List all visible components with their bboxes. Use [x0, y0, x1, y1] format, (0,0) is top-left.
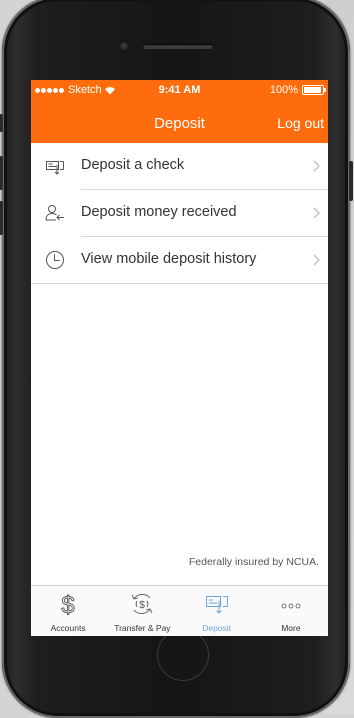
more-dots-icon: [281, 603, 301, 609]
tab-label: Deposit: [202, 623, 232, 633]
tab-transfer-pay[interactable]: $ Transfer & Pay: [105, 586, 179, 636]
deposit-check-icon: [205, 596, 228, 614]
row-divider: [31, 283, 328, 284]
deposit-menu: Deposit a check Deposit money received V…: [31, 143, 328, 284]
menu-item-deposit-history[interactable]: View mobile deposit history: [31, 237, 328, 284]
ncua-footnote: Federally insured by NCUA.: [188, 556, 319, 568]
tab-more[interactable]: More: [254, 586, 328, 636]
home-button[interactable]: [157, 629, 209, 681]
chevron-right-icon: [313, 160, 320, 172]
front-camera: [120, 42, 128, 50]
menu-item-label: Deposit a check: [81, 157, 185, 173]
menu-item-label: View mobile deposit history: [81, 251, 257, 267]
clock-history-icon: [46, 251, 64, 269]
volume-up-button: [0, 156, 3, 190]
transfer-circle-icon: $: [131, 594, 153, 614]
earpiece-speaker: [143, 44, 213, 49]
tab-bar: $ Accounts $ Transfer & Pay Deposit More: [31, 585, 328, 636]
volume-down-button: [0, 201, 3, 235]
check-deposit-icon: [46, 161, 64, 175]
tab-label: More: [281, 623, 301, 633]
app-header: Sketch 9:41 AM 100% Deposit Log out: [31, 80, 328, 143]
tab-deposit[interactable]: Deposit: [180, 586, 254, 636]
svg-text:$: $: [140, 600, 146, 611]
chevron-right-icon: [313, 254, 320, 266]
menu-item-deposit-money-received[interactable]: Deposit money received: [31, 190, 328, 237]
logout-button[interactable]: Log out: [277, 115, 324, 131]
battery-percent: 100%: [269, 84, 298, 96]
menu-item-label: Deposit money received: [81, 204, 237, 220]
tab-accounts[interactable]: $ Accounts: [31, 586, 105, 636]
app-screen: Sketch 9:41 AM 100% Deposit Log out Depo…: [31, 80, 328, 636]
status-bar: Sketch 9:41 AM 100%: [31, 80, 328, 100]
silent-switch: [0, 114, 3, 132]
tab-label: Accounts: [50, 623, 86, 633]
svg-text:$: $: [61, 592, 74, 617]
battery-icon: [302, 85, 326, 95]
chevron-right-icon: [313, 207, 320, 219]
dollar-icon: $: [61, 592, 75, 617]
menu-item-deposit-check[interactable]: Deposit a check: [31, 143, 328, 190]
power-button: [349, 161, 353, 201]
tab-label: Transfer & Pay: [114, 623, 171, 633]
person-receive-icon: [45, 205, 64, 221]
